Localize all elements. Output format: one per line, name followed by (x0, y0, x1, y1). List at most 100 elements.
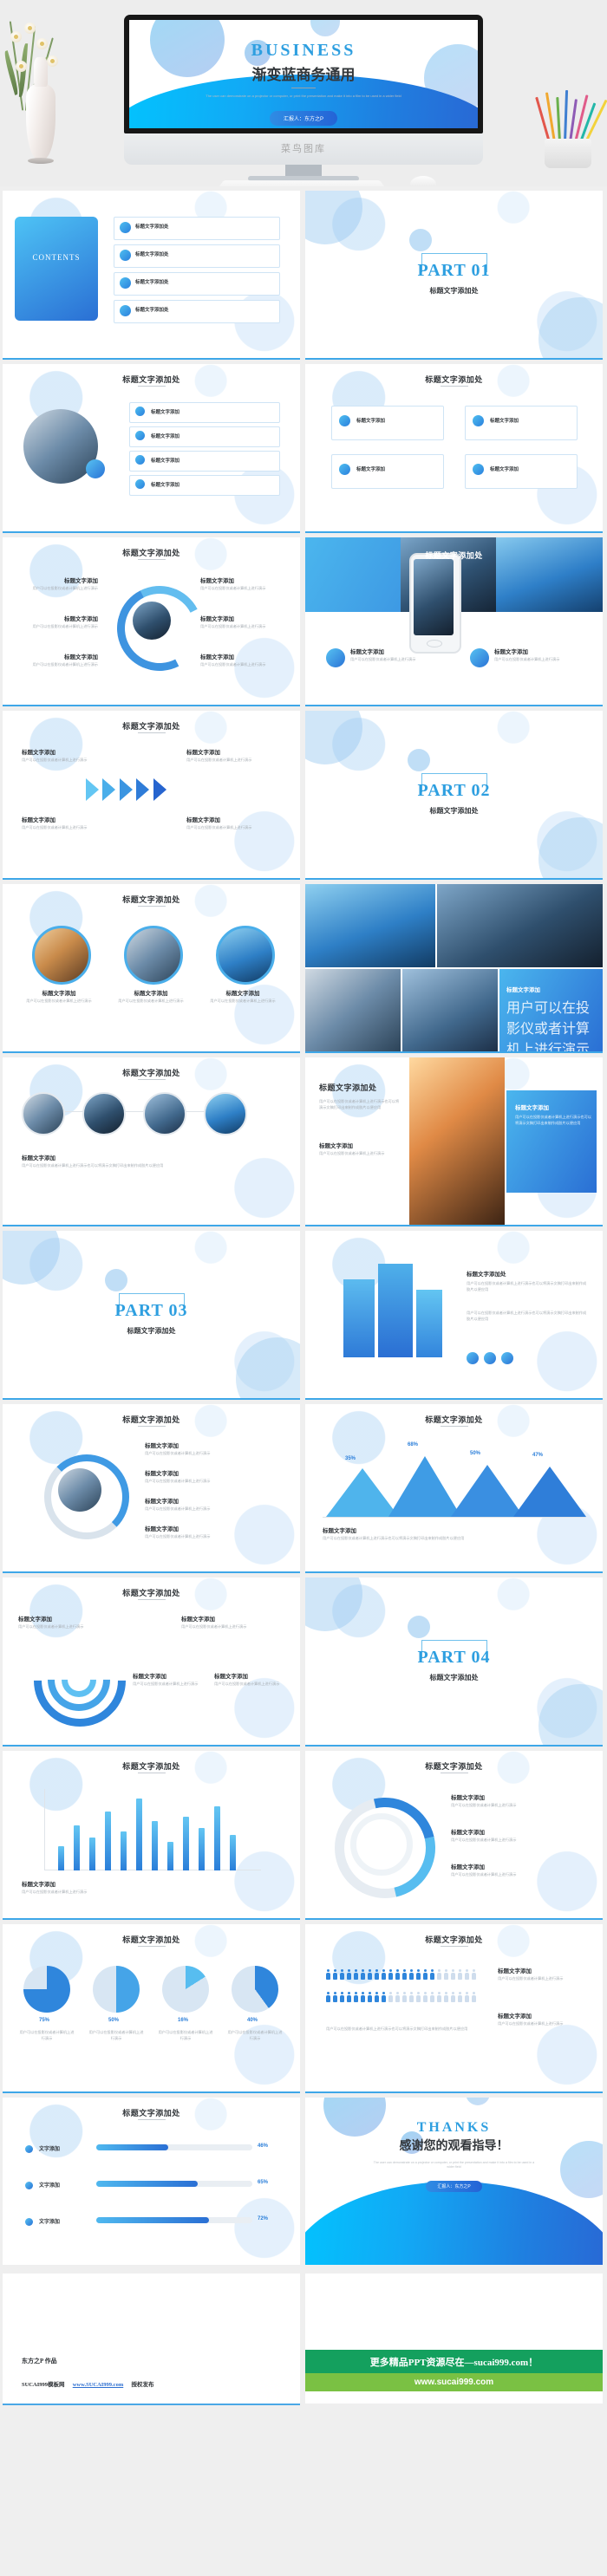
person-icon (347, 1969, 351, 1980)
thanks-eyebrow: THANKS (416, 2120, 492, 2135)
list-item-label: 标题文字添加 (151, 483, 180, 488)
circle-label: 标题文字添加 (225, 991, 260, 997)
slide-thumbnail[interactable]: 标题文字添加处 75% 50% 16% 40% 用户可以在投影仪或者计算机上进行… (3, 1924, 300, 2093)
person-icon (437, 1969, 441, 1980)
slide-thumbnail[interactable]: 标题文字添加处 标题文字添加 用户可以在投影仪或者计算机上进行演示也可以将演示文稿… (3, 1057, 300, 1226)
pie-value: 75% (39, 2018, 50, 2023)
hero-title: 渐变蓝商务通用 (251, 67, 356, 83)
loop-label: 标题文字添加 (145, 1526, 179, 1532)
slide-title: 标题文字添加处 (122, 895, 180, 904)
slide-thumbnail[interactable]: 标题文字添加处 标题文字添加 用户可以在投影仪或者计算机上进行演示 (3, 1751, 300, 1920)
loop-label: 标题文字添加 (145, 1499, 179, 1505)
person-icon (388, 1969, 393, 1980)
ring-body: 用户可以在投影仪或者计算机上进行演示 (451, 1803, 517, 1807)
data-label: 50% (470, 1451, 481, 1456)
footer-credit-suffix: 授权发布 (131, 2382, 154, 2388)
person-icon (326, 1992, 330, 2002)
arrow-body: 用户可以在投影仪或者计算机上进行演示 (22, 825, 88, 829)
contents-label: CONTENTS (32, 253, 81, 262)
contents-item-label: 标题文字添加处 (135, 308, 169, 313)
mouse (410, 176, 436, 186)
part-subtitle: 标题文字添加处 (429, 807, 479, 815)
footer-credit-slide: 东方之P 作品 SUCAI999模板网 www.SUCAI999.com 授权发… (3, 2274, 300, 2405)
part-number: PART 03 (114, 1301, 188, 1320)
slide-title: 标题文字添加处 (425, 1762, 483, 1771)
person-icon (416, 1992, 421, 2002)
slide-thumbnail[interactable]: THANKS 感谢您的观看指导！ The user can demonstrat… (305, 2098, 603, 2265)
slide-thumbnail[interactable]: PART 04 标题文字添加处 (305, 1577, 603, 1747)
hero-title-slide: BUSINESS 渐变蓝商务通用 The user can demonstrat… (129, 20, 478, 128)
person-icon (368, 1969, 372, 1980)
slide-thumbnail[interactable]: PART 02 标题文字添加处 (305, 711, 603, 880)
footer-row: 东方之P 作品 SUCAI999模板网 www.SUCAI999.com 授权发… (0, 2269, 607, 2405)
slide-title: 标题文字添加处 (122, 1935, 180, 1944)
person-icon (402, 1969, 407, 1980)
person-icon (347, 1992, 351, 2002)
arrow-body: 用户可以在投影仪或者计算机上进行演示 (186, 825, 252, 829)
wifi-body: 用户可以在投影仪或者计算机上进行演示 (133, 1682, 199, 1686)
slide-thumbnail[interactable]: 标题文字添加处 标题文字添加 用户可以在投影仪或者计算机上进行演示 标题文字添加用… (3, 1404, 300, 1573)
arrow-label: 标题文字添加 (186, 817, 220, 823)
chart-body: 用户可以在投影仪或者计算机上进行演示也可以将演示文稿打印出来制作成胶片以便应用 (323, 1536, 465, 1540)
chart-body: 用户可以在投影仪或者计算机上进行演示 (22, 1890, 88, 1894)
wifi-label: 标题文字添加 (133, 1674, 166, 1680)
people-body: 用户可以在投影仪或者计算机上进行演示 (498, 2021, 564, 2026)
cycle-body: 用户可以在投影仪或者计算机上进行演示 (32, 662, 98, 667)
slide-title: 标题文字添加处 (122, 1762, 180, 1771)
slide-thumbnail[interactable]: 标题文字添加处 标题文字添加 标题文字添加 标题文字添加 标题文字添加 (305, 364, 603, 533)
list-item-label: 标题文字添加 (151, 410, 180, 415)
pie-caption: 用户可以在投影仪或者计算机上进行演示 (158, 2030, 213, 2040)
slide-thumbnail[interactable]: 标题文字添加处 标题文字添加 用户可以在投影仪或者计算机上进行演示 标题文字添加用… (305, 1924, 603, 2093)
slide-thumbnail[interactable]: 标题文字添加处 标题文字添加 用户可以在投影仪或者计算机上进行演示 标题文字添加用… (305, 537, 603, 706)
promo-banner-secondary-text: www.sucai999.com (414, 2378, 494, 2387)
slide-thumbnail[interactable]: 标题文字添加处 标题文字添加 用户可以在投影仪或者计算机上进行演示 标题文字添加用… (3, 711, 300, 880)
contents-item-label: 标题文字添加处 (135, 280, 169, 285)
person-icon (375, 1992, 379, 2002)
slide-thumbnail[interactable]: 标题文字添加处 文字添加 46% 文字添加 65% 文字添加 72% (3, 2098, 300, 2265)
slide-thumbnail[interactable]: 标题文字添加处 标题文字添加 用户可以在投影仪或者计算机上进行演示 标题文字添加用… (3, 537, 300, 706)
slide-thumbnail[interactable]: 标题文字添加处 标题文字添加 用户可以在投影仪或者计算机上进行演示 标题文字添加用… (3, 884, 300, 1053)
cycle-body: 用户可以在投影仪或者计算机上进行演示 (200, 624, 266, 628)
person-icon (451, 1969, 455, 1980)
person-icon (361, 1992, 365, 2002)
person-icon (354, 1992, 358, 2002)
person-icon (402, 1992, 407, 2002)
person-icon (465, 1992, 469, 2002)
left-body: 用户可以在投影仪或者计算机上进行演示也可以将演示文稿打印出来制作成胶片以便应用 (319, 1099, 400, 1109)
promo-banner-primary: 更多精品PPT资源尽在—sucai999.com！ (305, 2350, 603, 2373)
part-subtitle: 标题文字添加处 (127, 1327, 176, 1335)
slide-thumbnail[interactable]: 标题文字添加处 用户可以在投影仪或者计算机上进行演示也可以将演示文稿打印出来制作… (305, 1057, 603, 1226)
panel-title: 标题文字添加 (515, 1105, 549, 1111)
slide-thumbnail[interactable]: 标题文字添加处 标题文字添加 用户可以在投影仪或者计算机上进行演示 标题文字添加用… (305, 1751, 603, 1920)
progress-label: 文字添加 (39, 2220, 61, 2225)
slide-thumbnail[interactable]: PART 03 标题文字添加处 (3, 1231, 300, 1400)
slide-thumbnail[interactable]: 标题文字添加处 用户可以在投影仪或者计算机上进行演示也可以将演示文稿打印出来制作成… (305, 1231, 603, 1400)
feature-label: 标题文字添加 (350, 649, 384, 655)
slide-thumbnail[interactable]: PART 01 标题文字添加处 (305, 191, 603, 360)
wifi-body: 用户可以在投影仪或者计算机上进行演示 (181, 1624, 247, 1629)
wifi-label: 标题文字添加 (181, 1617, 215, 1623)
slide-thumbnail[interactable]: 标题文字添加处 标题文字添加 用户可以在投影仪或者计算机上进行演示 标题文字添加用… (3, 1577, 300, 1747)
caption-title: 标题文字添加 (22, 1155, 55, 1161)
person-icon (423, 1969, 428, 1980)
person-icon (375, 1969, 379, 1980)
loop-body: 用户可以在投影仪或者计算机上进行演示 (145, 1506, 211, 1511)
footer-credit: SUCAI999模板网 www.SUCAI999.com 授权发布 (22, 2379, 153, 2388)
part-subtitle: 标题文字添加处 (429, 1674, 479, 1682)
slide-thumbnail[interactable]: 标题文字添加处 标题文字添加 标题文字添加 标题文字添加 标题文字添加 (3, 364, 300, 533)
ring-body: 用户可以在投影仪或者计算机上进行演示 (451, 1872, 517, 1877)
slide-thumbnail[interactable]: 标题文字添加处 35% 68% 50% 47% 标题文字添加 用户可以在投影仪或者… (305, 1404, 603, 1573)
loop-body: 用户可以在投影仪或者计算机上进行演示 (145, 1451, 211, 1455)
person-icon (430, 1992, 434, 2002)
footer-credit-link[interactable]: www.SUCAI999.com (73, 2382, 124, 2388)
slide-thumbnail[interactable]: CONTENTS 标题文字添加处 标题文字添加处 标题文字添加处 标题文字添加处 (3, 191, 300, 360)
pie-value: 16% (178, 2018, 189, 2023)
contents-item-label: 标题文字添加处 (135, 252, 169, 257)
loop-body: 用户可以在投影仪或者计算机上进行演示 (145, 1534, 211, 1538)
thanks-title: 感谢您的观看指导！ (399, 2140, 509, 2153)
wifi-body: 用户可以在投影仪或者计算机上进行演示 (18, 1624, 84, 1629)
circle-body: 用户可以在投影仪或者计算机上进行演示 (118, 999, 184, 1003)
slide-thumbnail[interactable]: 标题文字添加 用户可以在投影仪或者计算机上进行演示也可以将演示文稿打印出来制作成… (305, 884, 603, 1053)
thanks-slide: THANKS 感谢您的观看指导！ The user can demonstrat… (305, 2098, 603, 2265)
progress-value: 65% (258, 2180, 269, 2185)
